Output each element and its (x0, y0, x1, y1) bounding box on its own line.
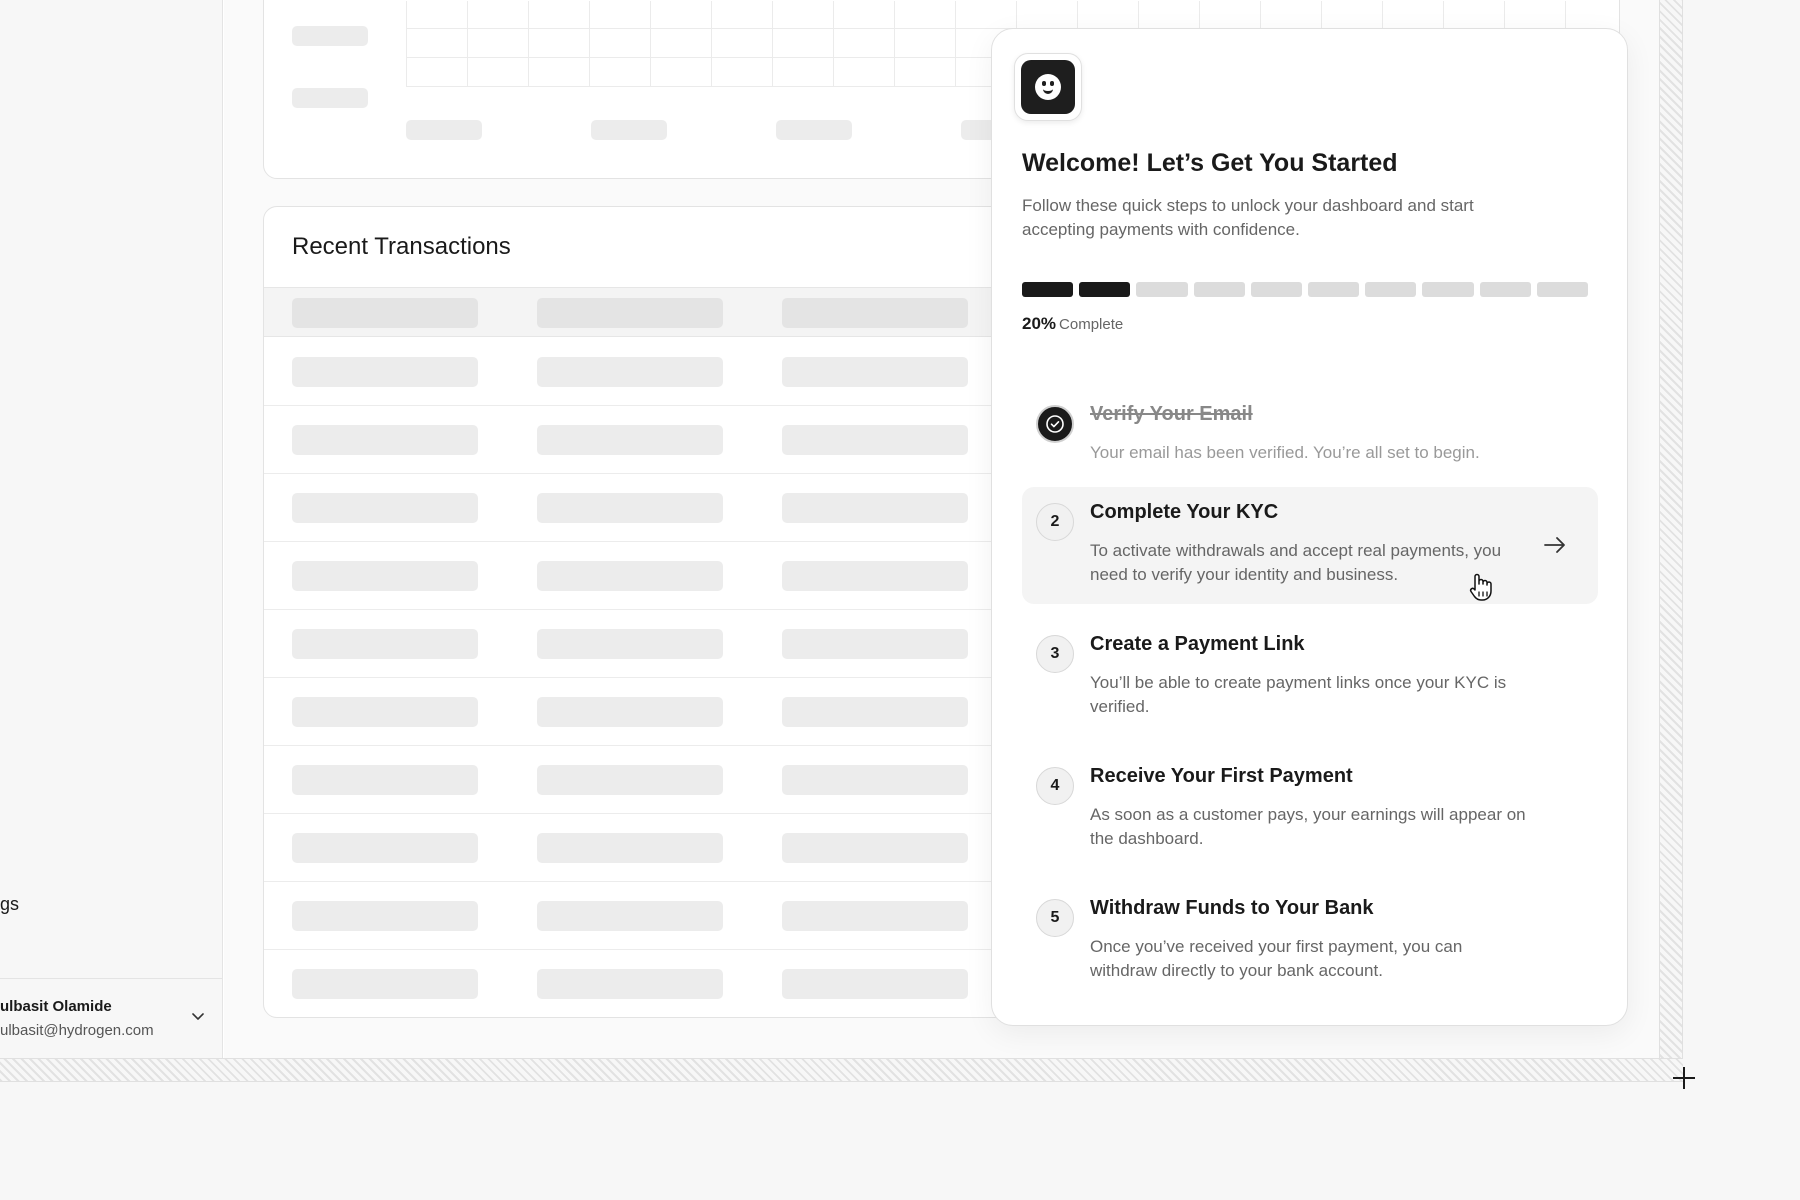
step-title: Withdraw Funds to Your Bank (1090, 897, 1374, 919)
progress-label: 20% Complete (1022, 314, 1123, 334)
check-circle-icon (1036, 405, 1074, 443)
skeleton-cell (537, 901, 723, 931)
skeleton-cell (292, 833, 478, 863)
skeleton-cell (782, 493, 968, 523)
skeleton-cell (292, 629, 478, 659)
app-window: gs ulbasit Olamide ulbasit@hydrogen.com … (0, 0, 1659, 1058)
skeleton-cell (782, 561, 968, 591)
skeleton-cell (537, 833, 723, 863)
onboarding-panel: Welcome! Let’s Get You Started Follow th… (991, 28, 1628, 1026)
step-number: 3 (1036, 635, 1074, 673)
step-title: Create a Payment Link (1090, 633, 1305, 655)
progress-segment (1536, 282, 1589, 297)
progress-segment (1365, 282, 1417, 297)
step-description: Your email has been verified. You’re all… (1090, 443, 1480, 462)
skeleton-cell (537, 357, 723, 387)
progress-complete-label: Complete (1059, 316, 1124, 333)
sidebar: gs ulbasit Olamide ulbasit@hydrogen.com (0, 0, 223, 1058)
skeleton-cell (292, 298, 478, 328)
skeleton-y-label (292, 26, 368, 46)
user-name: ulbasit Olamide (0, 998, 112, 1015)
skeleton-cell (782, 901, 968, 931)
skeleton-cell (782, 425, 968, 455)
arrow-right-icon[interactable] (1542, 535, 1568, 555)
step-receive-first-payment: 4 Receive Your First Payment As soon as … (1022, 751, 1598, 868)
skeleton-cell (292, 697, 478, 727)
skeleton-y-label (292, 88, 368, 108)
skeleton-x-label (591, 120, 667, 140)
step-title: Receive Your First Payment (1090, 765, 1353, 787)
user-email: ulbasit@hydrogen.com (0, 1022, 154, 1039)
step-description: As soon as a customer pays, your earning… (1090, 805, 1526, 848)
plus-icon (1673, 1067, 1695, 1089)
skeleton-cell (537, 493, 723, 523)
panel-subtitle: Follow these quick steps to unlock your … (1022, 196, 1474, 239)
panel-title: Welcome! Let’s Get You Started (1022, 149, 1398, 177)
skeleton-cell (537, 765, 723, 795)
skeleton-cell (782, 697, 968, 727)
step-title: Complete Your KYC (1090, 501, 1279, 523)
skeleton-cell (782, 765, 968, 795)
skeleton-cell (782, 298, 968, 328)
skeleton-cell (292, 493, 478, 523)
progress-percent: 20% (1022, 314, 1057, 333)
step-withdraw-funds: 5 Withdraw Funds to Your Bank Once you’v… (1022, 883, 1598, 1000)
skeleton-cell (292, 765, 478, 795)
skeleton-x-label (406, 120, 482, 140)
progress-segment (1136, 282, 1188, 297)
skeleton-cell (537, 561, 723, 591)
step-description: To activate withdrawals and accept real … (1090, 541, 1502, 584)
skeleton-cell (782, 357, 968, 387)
chevron-down-icon[interactable] (190, 1008, 206, 1024)
progress-segment (1422, 282, 1474, 297)
skeleton-cell (292, 969, 478, 999)
step-number: 4 (1036, 767, 1074, 805)
progress-segment (1308, 282, 1360, 297)
progress-segment (1479, 282, 1531, 297)
skeleton-cell (537, 298, 723, 328)
progress-segment (1079, 282, 1131, 297)
skeleton-cell (292, 901, 478, 931)
skeleton-cell (782, 833, 968, 863)
skeleton-cell (782, 969, 968, 999)
skeleton-cell (292, 357, 478, 387)
card-title: Recent Transactions (292, 233, 511, 260)
smiley-logo-icon (1014, 53, 1082, 121)
user-menu[interactable]: ulbasit Olamide ulbasit@hydrogen.com (0, 978, 223, 1058)
skeleton-cell (537, 425, 723, 455)
sidebar-item-settings[interactable]: gs (0, 894, 19, 915)
canvas-hatch-right (1659, 0, 1683, 1082)
progress-bar (1022, 282, 1589, 297)
hand-pointer-icon (1469, 573, 1492, 601)
step-title: Verify Your Email (1090, 403, 1253, 425)
progress-segment (1193, 282, 1245, 297)
step-description: Once you’ve received your first payment,… (1090, 937, 1463, 980)
skeleton-cell (537, 697, 723, 727)
step-create-payment-link: 3 Create a Payment Link You’ll be able t… (1022, 619, 1598, 736)
skeleton-cell (537, 629, 723, 659)
skeleton-cell (782, 629, 968, 659)
skeleton-x-label (776, 120, 852, 140)
progress-segment (1250, 282, 1303, 297)
step-number: 5 (1036, 899, 1074, 937)
step-description: You’ll be able to create payment links o… (1090, 673, 1507, 716)
step-complete-kyc[interactable]: 2 Complete Your KYC To activate withdraw… (1022, 487, 1598, 604)
canvas-hatch-bottom (0, 1058, 1683, 1082)
skeleton-cell (292, 425, 478, 455)
step-number: 2 (1036, 503, 1074, 541)
skeleton-cell (537, 969, 723, 999)
progress-segment (1022, 282, 1074, 297)
skeleton-cell (292, 561, 478, 591)
